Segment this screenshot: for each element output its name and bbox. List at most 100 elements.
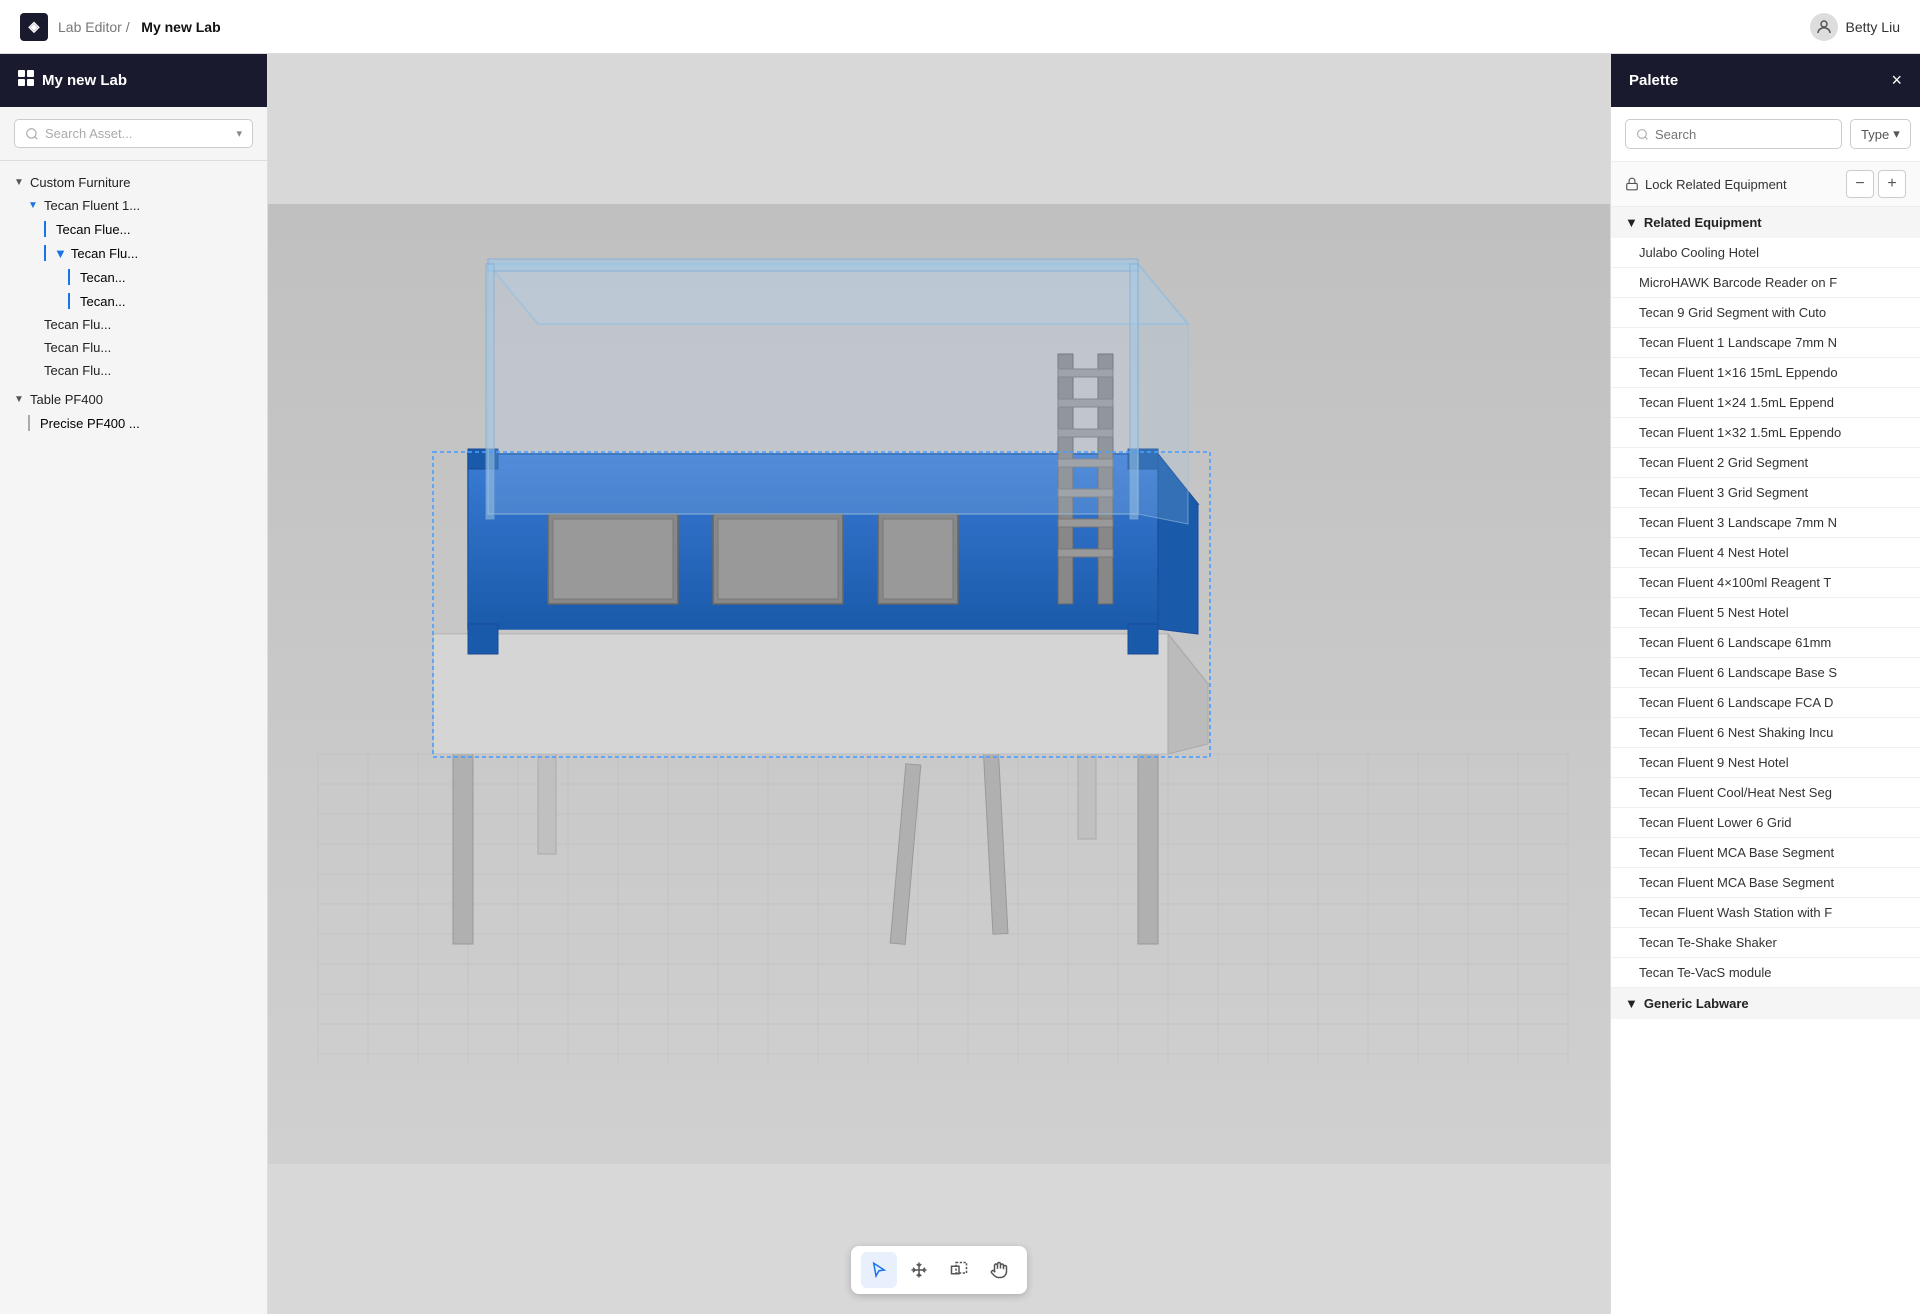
palette-list-item[interactable]: Tecan Fluent MCA Base Segment [1611,868,1920,898]
palette-list-item[interactable]: Tecan Fluent 1×24 1.5mL Eppend [1611,388,1920,418]
branch-indicator [68,269,70,285]
palette-list-item[interactable]: Tecan Fluent 9 Nest Hotel [1611,748,1920,778]
top-bar-left: ◈ Lab Editor / My new Lab [20,13,221,41]
tree-item-tecan-flu-5[interactable]: Tecan Flu... [0,359,267,382]
tree-item-label: Tecan Flu... [44,317,111,332]
tree-item-tecan-flu-3[interactable]: Tecan Flu... [0,313,267,336]
lock-bar-left: Lock Related Equipment [1625,177,1787,192]
tree-item-label: Precise PF400 ... [40,416,140,431]
palette-list-item[interactable]: Tecan Fluent 6 Landscape Base S [1611,658,1920,688]
main-layout: My new Lab ▾ ▼ Custom Furniture ▼ Tecan [0,54,1920,1314]
tree-item-tecan-flu-4[interactable]: Tecan Flu... [0,336,267,359]
branch-indicator [44,245,46,261]
brand-icon: ◈ [20,13,48,41]
breadcrumb: Lab Editor / My new Lab [58,19,221,35]
palette-search-box [1625,119,1842,149]
multiselect-tool-button[interactable] [941,1252,977,1288]
palette-list-item[interactable]: Tecan Fluent 3 Grid Segment [1611,478,1920,508]
pan-tool-button[interactable] [981,1252,1017,1288]
branch-indicator [44,221,46,237]
lock-icon [1625,177,1639,191]
search-dropdown-icon[interactable]: ▾ [236,127,242,140]
tree-item-label: Tecan Flu... [71,246,138,261]
palette-search-input[interactable] [1655,127,1831,142]
branch-indicator [28,415,30,431]
left-sidebar: My new Lab ▾ ▼ Custom Furniture ▼ Tecan [0,54,268,1314]
palette-list-item[interactable]: Julabo Cooling Hotel [1611,238,1920,268]
palette-list-item[interactable]: Tecan Fluent 1×16 15mL Eppendo [1611,358,1920,388]
asset-tree: ▼ Custom Furniture ▼ Tecan Fluent 1... T… [0,161,267,1314]
palette-list-item[interactable]: Tecan 9 Grid Segment with Cuto [1611,298,1920,328]
tree-item-tecan-flu-2[interactable]: ▼ Tecan Flu... [0,241,267,265]
lock-bar-right: − + [1846,170,1906,198]
generic-labware-section: ▼ Generic Labware [1611,988,1920,1019]
chevron-down-icon: ▾ [1893,126,1900,142]
section-label: Generic Labware [1644,996,1749,1011]
section-label: Related Equipment [1644,215,1762,230]
tree-item-tecan-flue[interactable]: Tecan Flue... [0,217,267,241]
palette-list-item[interactable]: Tecan Fluent 3 Landscape 7mm N [1611,508,1920,538]
tree-item-label: Tecan... [80,270,126,285]
palette-list-item[interactable]: Tecan Fluent 6 Landscape 61mm [1611,628,1920,658]
lock-bar: Lock Related Equipment − + [1611,162,1920,207]
palette-list-item[interactable]: Tecan Fluent MCA Base Segment [1611,838,1920,868]
tree-item-label: Table PF400 [30,392,103,407]
minus-button[interactable]: − [1846,170,1874,198]
palette-list-item[interactable]: Tecan Fluent 1 Landscape 7mm N [1611,328,1920,358]
palette-list-item[interactable]: Tecan Fluent Cool/Heat Nest Seg [1611,778,1920,808]
user-icon [1810,13,1838,41]
palette-list-item[interactable]: Tecan Fluent 4×100ml Reagent T [1611,568,1920,598]
type-filter-dropdown[interactable]: Type ▾ [1850,119,1911,149]
type-filter-label: Type [1861,127,1889,142]
palette-search-icon [1636,128,1649,141]
search-asset-input[interactable] [45,126,230,141]
palette-list-item[interactable]: Tecan Te-Shake Shaker [1611,928,1920,958]
palette-header: Palette × [1611,54,1920,107]
palette-title: Palette [1629,72,1678,89]
tree-item-precise-pf400[interactable]: Precise PF400 ... [0,411,267,435]
related-equipment-header[interactable]: ▼ Related Equipment [1611,207,1920,238]
tree-item-label: Tecan Flue... [56,222,130,237]
breadcrumb-prefix[interactable]: Lab Editor / [58,19,130,35]
palette-list-item[interactable]: Tecan Fluent 6 Nest Shaking Incu [1611,718,1920,748]
grid-icon [18,70,34,91]
tree-item-label: Tecan Flu... [44,363,111,378]
arrow-icon: ▼ [28,200,40,211]
palette-search-row: Type ▾ [1611,107,1920,162]
arrow-icon: ▼ [14,394,26,405]
search-box: ▾ [14,119,253,148]
palette-panel: Palette × Type ▾ Lock Re [1610,54,1920,1314]
related-equipment-section: ▼ Related Equipment Julabo Cooling Hotel… [1611,207,1920,988]
tree-item-tecan-fluent-1[interactable]: ▼ Tecan Fluent 1... [0,194,267,217]
viewport-toolbar [851,1246,1027,1294]
tree-item-tecan-2[interactable]: Tecan... [0,289,267,313]
palette-list-item[interactable]: Tecan Fluent 5 Nest Hotel [1611,598,1920,628]
arrow-icon: ▼ [14,177,26,188]
move-tool-button[interactable] [901,1252,937,1288]
palette-list-item[interactable]: Tecan Fluent 1×32 1.5mL Eppendo [1611,418,1920,448]
generic-labware-header[interactable]: ▼ Generic Labware [1611,988,1920,1019]
search-icon [25,127,39,141]
palette-list-item[interactable]: Tecan Fluent 2 Grid Segment [1611,448,1920,478]
select-tool-button[interactable] [861,1252,897,1288]
section-arrow-icon: ▼ [1625,996,1638,1011]
tree-item-tecan-1[interactable]: Tecan... [0,265,267,289]
palette-close-button[interactable]: × [1891,70,1902,91]
branch-indicator [68,293,70,309]
palette-list-item[interactable]: Tecan Fluent Wash Station with F [1611,898,1920,928]
palette-list-item[interactable]: Tecan Te-VacS module [1611,958,1920,988]
user-name: Betty Liu [1846,19,1900,35]
palette-list-item[interactable]: Tecan Fluent 4 Nest Hotel [1611,538,1920,568]
lock-related-equipment-label: Lock Related Equipment [1645,177,1787,192]
sidebar-header: My new Lab [0,54,267,107]
palette-list-item[interactable]: Tecan Fluent 6 Landscape FCA D [1611,688,1920,718]
sidebar-title: My new Lab [42,72,127,89]
palette-list-item[interactable]: MicroHAWK Barcode Reader on F [1611,268,1920,298]
viewport[interactable] [268,54,1610,1314]
tree-item-table-pf400[interactable]: ▼ Table PF400 [0,388,267,411]
lab-3d-scene [268,54,1610,1314]
palette-list-item[interactable]: Tecan Fluent Lower 6 Grid [1611,808,1920,838]
tree-item-custom-furniture[interactable]: ▼ Custom Furniture [0,171,267,194]
plus-button[interactable]: + [1878,170,1906,198]
section-arrow-icon: ▼ [1625,215,1638,230]
